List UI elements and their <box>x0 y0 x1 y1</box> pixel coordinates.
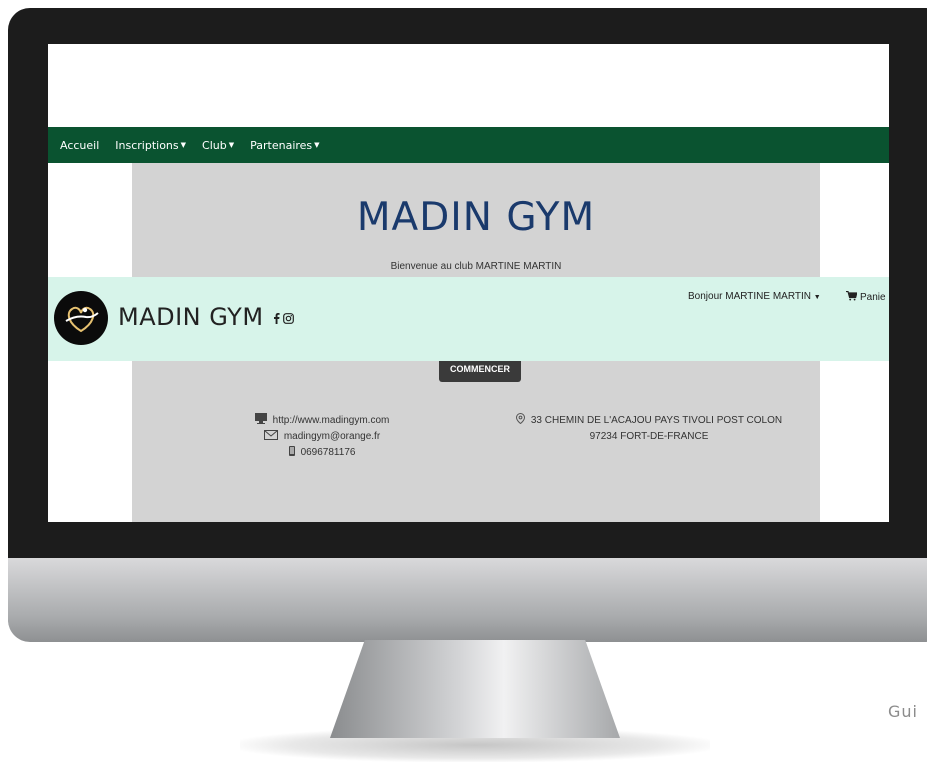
cart-icon <box>846 290 858 304</box>
logo-icon[interactable] <box>54 291 108 345</box>
monitor-icon <box>254 413 267 427</box>
cart-link[interactable]: Panie <box>846 290 886 304</box>
nav-item-club[interactable]: Club ▼ <box>202 139 234 152</box>
email-link[interactable]: madingym@orange.fr <box>284 431 380 442</box>
brand-name[interactable]: MADIN GYM <box>118 303 264 331</box>
facebook-icon[interactable] <box>273 311 280 329</box>
user-menu[interactable]: Bonjour MARTINE MARTIN ▼ <box>688 291 821 302</box>
nav-item-accueil[interactable]: Accueil <box>60 139 99 152</box>
nav-item-label: Partenaires <box>250 138 313 152</box>
caret-down-icon: ▼ <box>314 141 320 149</box>
site-header: MADIN GYM Bonjour MARTINE MARTIN ▼ Panie <box>48 277 889 361</box>
nav-item-label: Club <box>202 138 227 152</box>
screen: Accueil Inscriptions ▼ Club ▼ Partenaire… <box>48 44 889 522</box>
phone-number[interactable]: 0696781176 <box>301 447 356 458</box>
cart-label: Panie <box>860 292 886 303</box>
nav-item-partenaires[interactable]: Partenaires ▼ <box>250 139 319 152</box>
main-nav: Accueil Inscriptions ▼ Club ▼ Partenaire… <box>48 127 889 163</box>
hero-title: MADIN GYM <box>356 195 596 240</box>
contact-info: http://www.madingym.com madingym@orange.… <box>212 412 432 460</box>
phone-icon <box>288 445 295 459</box>
social-links <box>273 311 294 329</box>
address-line-2: 97234 FORT-DE-FRANCE <box>589 430 709 442</box>
address-line-1: 33 CHEMIN DE L'ACAJOU PAYS TIVOLI POST C… <box>530 414 783 426</box>
user-greeting: Bonjour MARTINE MARTIN <box>688 291 811 302</box>
monitor-chin <box>8 558 927 642</box>
caret-down-icon: ▼ <box>228 141 235 149</box>
envelope-icon <box>263 429 278 443</box>
corner-text: Gui <box>888 702 918 721</box>
address-info: 33 CHEMIN DE L'ACAJOU PAYS TIVOLI POST C… <box>494 412 804 444</box>
website-link[interactable]: http://www.madingym.com <box>273 415 390 426</box>
caret-down-icon: ▼ <box>813 294 821 301</box>
nav-item-label: Accueil <box>60 138 100 152</box>
nav-item-inscriptions[interactable]: Inscriptions ▼ <box>115 139 186 152</box>
location-pin-icon <box>515 412 525 427</box>
nav-item-label: Inscriptions <box>115 138 179 152</box>
caret-down-icon: ▼ <box>180 141 187 149</box>
welcome-text: Bienvenue au club MARTINE MARTIN <box>390 261 562 272</box>
monitor-stand <box>330 640 620 738</box>
instagram-icon[interactable] <box>283 311 294 329</box>
